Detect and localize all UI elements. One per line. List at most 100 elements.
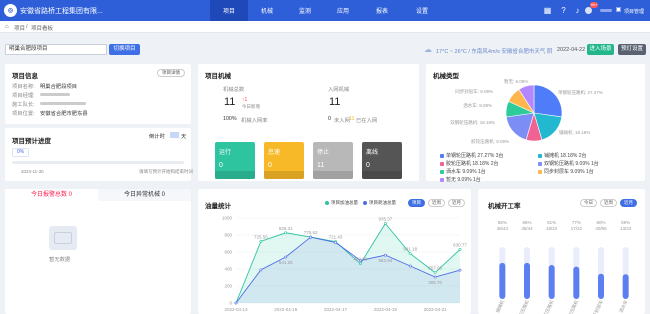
legend-text: 洒水车 9.09% 1台 — [446, 169, 486, 175]
field-value-location: 安徽省合肥市肥东县 — [40, 111, 88, 117]
field-label-manager: 项目经理: — [12, 93, 35, 99]
machine-total-value: 11 — [224, 96, 236, 108]
legend-item[interactable]: 同步封层车 9.09% 1台 — [538, 168, 594, 175]
legend-swatch — [440, 153, 444, 158]
project-machines-card: 项目机械 机械总数 11 ↑1 今日新增 100% 机械入网率 入网机械 11 … — [198, 64, 419, 181]
tab-abnormal-machines[interactable]: 今日异常机械 0 — [98, 189, 191, 201]
data-point — [458, 268, 462, 272]
tab-today-alarms[interactable]: 今日报警总数 0 — [5, 189, 98, 201]
nav-item-project[interactable]: 项目 — [210, 0, 248, 21]
pie-label: 双钢轮压路机: 18.18% — [450, 119, 495, 126]
not-networked-count: 0 — [328, 116, 331, 122]
legend-text: 铺摊机 18.18% 2台 — [544, 153, 587, 159]
project-info-title: 项目信息 — [12, 73, 38, 80]
not-networked-label: 未入网 — [334, 118, 350, 124]
countdown-value-blurred — [170, 132, 179, 138]
progress-percent: 0% — [12, 148, 29, 157]
status-count: 0 — [366, 162, 370, 169]
project-manage-link[interactable]: 项目管理 — [624, 8, 644, 15]
status-tile-running[interactable]: 运行 0 — [215, 142, 255, 179]
bar-ratio-label: 18/22 — [546, 226, 558, 231]
legend-item[interactable]: 胶轮压路机 18.18% 2台 — [440, 160, 499, 167]
data-point — [234, 301, 238, 305]
legend-item[interactable]: 铺摊机 18.18% 2台 — [538, 152, 587, 159]
project-search-input[interactable]: 明巢合肥段项目 — [5, 44, 107, 55]
weather-date: 2022-04-22 — [557, 47, 586, 53]
tile-footer — [264, 171, 304, 179]
progress-note: 请填写预计开始和结束时间 — [139, 169, 193, 174]
breadcrumb: ⌂ 项目 / 项目看板 — [0, 21, 650, 33]
status-label: 离线 — [366, 150, 379, 156]
data-point — [408, 264, 412, 268]
bar-category-label: 铺摊机 — [494, 298, 506, 314]
notification-badge: 99+ — [590, 2, 598, 8]
pie-label: 同步封层车: 9.09% — [455, 88, 493, 95]
help-icon[interactable]: ? — [559, 6, 568, 15]
breadcrumb-current: 项目看板 — [31, 26, 54, 32]
nav-item-apps[interactable]: 应用 — [324, 0, 362, 21]
project-info-card: 项目信息 项目详情 项目名称: 明巢合肥段项目 项目经理: 施工队长: 项目位置… — [5, 64, 191, 124]
x-tick-label: 2022-04-15 — [274, 307, 298, 312]
bar-percent-label: 59% — [621, 220, 630, 225]
status-tile-idle[interactable]: 怠速 0 — [264, 142, 304, 179]
machine-type-pie: 暂无: 9.09% 同步封层车: 9.09% 洒水车: 9.09% 双钢轮压路机… — [450, 78, 603, 145]
app-name: 安徽省路桥工程集团有限... — [20, 8, 103, 15]
status-tile-stopped[interactable]: 停止 11 — [313, 142, 353, 179]
field-value-manager-blurred — [40, 93, 70, 96]
grid-icon[interactable]: ▦ — [543, 6, 552, 15]
legend-swatch — [440, 169, 444, 174]
breadcrumb-home[interactable]: 项目 — [14, 24, 25, 32]
bar-percent-label: 81% — [547, 220, 556, 225]
status-label: 停止 — [317, 150, 330, 156]
data-point — [408, 252, 412, 255]
alarm-settings-button[interactable]: 预灯设置 — [618, 44, 646, 55]
data-label: 541.25 — [279, 260, 293, 265]
legend-swatch — [440, 161, 444, 166]
bar-ratio-label: 40/66 — [595, 226, 607, 231]
avatar[interactable] — [585, 7, 592, 14]
bar-category-label: 洒水车 — [617, 298, 629, 314]
enter-scene-button[interactable]: 进入场景 — [587, 44, 614, 55]
data-label: 935.37 — [378, 216, 392, 221]
home-icon[interactable]: ⌂ — [5, 24, 9, 30]
field-value-name: 明巢合肥段项目 — [40, 84, 78, 90]
legend-item[interactable]: 双钢轮压路机 9.09% 1台 — [538, 160, 599, 167]
project-detail-button[interactable]: 项目详情 — [157, 69, 185, 77]
bar-ratio-label: 38/44 — [521, 226, 533, 231]
data-label: 826.31 — [279, 226, 293, 231]
manage-icon[interactable]: ▣ — [614, 6, 623, 15]
bell-icon[interactable]: ♪ — [573, 6, 582, 15]
pie-label: 洒水车: 9.09% — [463, 102, 492, 109]
legend-item[interactable]: 暂无 9.09% 1台 — [440, 176, 481, 183]
today-new-label: 今日新增 — [242, 104, 260, 109]
nav-item-monitor[interactable]: 监测 — [286, 0, 324, 21]
data-label: 462.66 — [354, 257, 368, 262]
machine-delta: ↑1 — [242, 97, 248, 103]
bar — [499, 262, 506, 299]
legend-text: 同步封层车 9.09% 1台 — [544, 169, 594, 175]
pie-label: 单钢轮压路机: 27.27% — [558, 89, 603, 96]
legend-item[interactable]: 单钢轮压路机 27.27% 3台 — [440, 152, 504, 159]
nav-item-machine[interactable]: 机械 — [248, 0, 286, 21]
network-rate-value: 100% — [223, 116, 237, 122]
status-label: 运行 — [219, 150, 232, 156]
legend-swatch — [538, 153, 542, 158]
status-tile-offline[interactable]: 离线 0 — [362, 142, 402, 179]
oil-line-chart: 0 200 400 600 800 1000 2022-04-13 2022-04-15 202… — [222, 216, 467, 313]
y-tick-label: 200 — [224, 284, 232, 289]
legend-item[interactable]: 洒水车 9.09% 1台 — [440, 168, 486, 175]
pie-label: 暂无: 9.09% — [504, 78, 528, 85]
status-label: 怠速 — [268, 150, 281, 156]
networked-label: 已在入网 — [356, 118, 378, 124]
y-tick-label: 600 — [224, 250, 232, 255]
nav-item-reports[interactable]: 报表 — [362, 0, 402, 21]
switch-project-button[interactable]: 切换项目 — [109, 44, 140, 55]
tile-footer — [215, 171, 255, 179]
cloud-icon: ☁ — [424, 45, 432, 54]
bar-category-label: 同步封层车 — [589, 298, 605, 314]
bar-percent-label: 86% — [498, 220, 507, 225]
y-tick-label: 0 — [229, 301, 232, 306]
nav-item-settings[interactable]: 设置 — [402, 0, 442, 21]
data-label: 775.62 — [304, 230, 318, 235]
legend-swatch — [538, 169, 542, 174]
